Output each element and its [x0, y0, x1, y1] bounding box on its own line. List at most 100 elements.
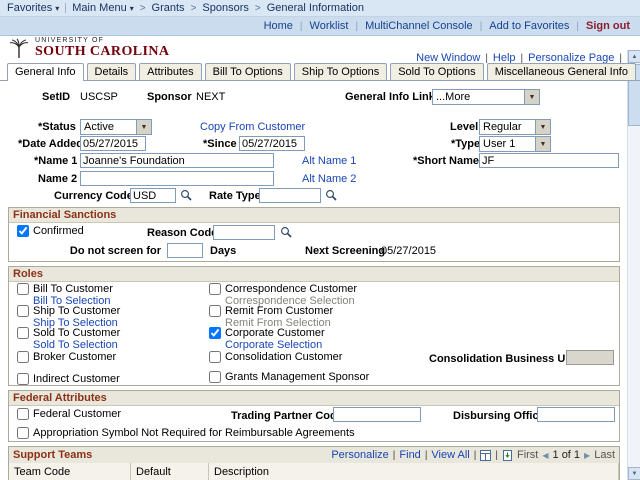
sponsor-label: Sponsor — [147, 91, 192, 103]
alt-name2-link[interactable]: Alt Name 2 — [302, 173, 356, 185]
dropdown-arrow-icon — [535, 120, 550, 134]
ship-to-customer-checkbox[interactable]: Ship To Customer — [17, 305, 120, 317]
home-link[interactable]: Home — [264, 20, 293, 32]
remit-from-customer-label: Remit From Customer — [225, 305, 334, 317]
tab-ship-to-options[interactable]: Ship To Options — [293, 63, 388, 80]
peoplesoft-general-information-page: Favorites Main Menu Grants Sponsors Gene… — [0, 0, 640, 480]
remit-from-customer-checkbox-input[interactable] — [209, 305, 221, 317]
corporate-selection-link[interactable]: Corporate Selection — [225, 339, 322, 351]
bill-to-customer-label: Bill To Customer — [33, 283, 113, 295]
grid-header-row: Team Code Default Description — [9, 463, 619, 480]
scroll-down-icon[interactable] — [628, 467, 640, 480]
ship-to-customer-label: Ship To Customer — [33, 305, 121, 317]
main-menu[interactable]: Main Menu — [72, 2, 133, 14]
sold-to-customer-checkbox-input[interactable] — [17, 327, 29, 339]
sold-to-customer-checkbox[interactable]: Sold To Customer — [17, 327, 120, 339]
general-info-links-select[interactable]: ...More — [432, 89, 540, 105]
tab-sold-to-options[interactable]: Sold To Options — [390, 63, 484, 80]
since-input[interactable] — [239, 136, 305, 151]
scroll-up-icon[interactable] — [628, 50, 640, 63]
main-menu-label: Main Menu — [72, 2, 127, 14]
disbursing-office-input[interactable] — [537, 407, 615, 422]
short-name-input[interactable] — [479, 153, 619, 168]
broker-customer-checkbox-input[interactable] — [17, 351, 29, 363]
first-link[interactable]: First — [517, 449, 538, 461]
date-added-input[interactable] — [80, 136, 146, 151]
federal-customer-label: Federal Customer — [33, 408, 122, 420]
alt-name1-link[interactable]: Alt Name 1 — [302, 155, 356, 167]
consolidation-customer-checkbox-input[interactable] — [209, 351, 221, 363]
trading-partner-code-input[interactable] — [333, 407, 421, 422]
corporate-customer-checkbox[interactable]: Corporate Customer — [209, 327, 325, 339]
sign-out-link[interactable]: Sign out — [586, 20, 630, 32]
breadcrumb-general-information[interactable]: General Information — [267, 2, 364, 14]
previous-row-icon[interactable] — [542, 449, 548, 461]
correspondence-customer-checkbox[interactable]: Correspondence Customer — [209, 283, 357, 295]
confirmed-checkbox[interactable]: Confirmed — [17, 225, 84, 237]
ship-to-customer-checkbox-input[interactable] — [17, 305, 29, 317]
consolidation-customer-checkbox[interactable]: Consolidation Customer — [209, 351, 342, 363]
setid-value: USCSP — [80, 91, 118, 103]
level-select[interactable]: Regular — [479, 119, 551, 135]
breadcrumb-sponsors[interactable]: Sponsors — [202, 2, 248, 14]
multichannel-console-link[interactable]: MultiChannel Console — [365, 20, 473, 32]
tab-bill-to-options[interactable]: Bill To Options — [204, 63, 291, 80]
correspondence-customer-checkbox-input[interactable] — [209, 283, 221, 295]
tab-general-info[interactable]: General Info — [7, 63, 84, 81]
bill-to-customer-checkbox[interactable]: Bill To Customer — [17, 283, 113, 295]
currency-code-input[interactable] — [130, 188, 176, 203]
divider — [393, 449, 396, 461]
breadcrumb-grants[interactable]: Grants — [152, 2, 185, 14]
indirect-customer-checkbox[interactable]: Indirect Customer — [17, 373, 120, 385]
next-row-icon[interactable] — [584, 449, 590, 461]
worklist-link[interactable]: Worklist — [310, 20, 349, 32]
appropriation-symbol-checkbox-input[interactable] — [17, 427, 29, 439]
do-not-screen-days-input[interactable] — [167, 243, 203, 258]
general-info-links-value: ...More — [436, 91, 471, 103]
broker-customer-label: Broker Customer — [33, 351, 117, 363]
currency-code-lookup-icon[interactable] — [180, 189, 193, 202]
level-value: Regular — [483, 121, 522, 133]
rate-type-lookup-icon[interactable] — [325, 189, 338, 202]
personalize-link[interactable]: Personalize — [331, 449, 388, 461]
confirmed-checkbox-input[interactable] — [17, 225, 29, 237]
grants-management-sponsor-checkbox-input[interactable] — [209, 371, 221, 383]
find-link[interactable]: Find — [399, 449, 420, 461]
logo-line2: SOUTH CAROLINA — [35, 44, 170, 59]
broker-customer-checkbox[interactable]: Broker Customer — [17, 351, 116, 363]
status-select[interactable]: Active — [80, 119, 152, 135]
name1-input[interactable] — [80, 153, 274, 168]
vertical-scrollbar[interactable] — [627, 50, 640, 480]
view-all-link[interactable]: View All — [431, 449, 469, 461]
dropdown-arrow-icon — [136, 120, 151, 134]
appropriation-symbol-checkbox[interactable]: Appropriation Symbol Not Required for Re… — [17, 427, 355, 439]
divider — [0, 80, 640, 81]
sold-to-selection-link[interactable]: Sold To Selection — [33, 339, 118, 351]
federal-customer-checkbox[interactable]: Federal Customer — [17, 408, 121, 420]
favorites-menu[interactable]: Favorites — [7, 2, 59, 14]
add-to-favorites-link[interactable]: Add to Favorites — [489, 20, 569, 32]
reason-code-input[interactable] — [213, 225, 275, 240]
federal-customer-checkbox-input[interactable] — [17, 408, 29, 420]
type-select[interactable]: User 1 — [479, 136, 551, 152]
grid-zoom-icon[interactable] — [480, 449, 492, 461]
status-label: *Status — [38, 121, 76, 133]
name2-input[interactable] — [80, 171, 274, 186]
indirect-customer-checkbox-input[interactable] — [17, 373, 29, 385]
setid-label: SetID — [42, 91, 71, 103]
bill-to-customer-checkbox-input[interactable] — [17, 283, 29, 295]
utility-bar: Home Worklist MultiChannel Console Add t… — [0, 17, 640, 36]
reason-code-lookup-icon[interactable] — [280, 226, 293, 239]
trading-partner-code-label: Trading Partner Code — [231, 410, 343, 422]
rate-type-input[interactable] — [259, 188, 321, 203]
download-icon[interactable] — [502, 449, 513, 461]
last-link[interactable]: Last — [594, 449, 615, 461]
copy-from-customer-link[interactable]: Copy From Customer — [200, 121, 305, 133]
remit-from-customer-checkbox[interactable]: Remit From Customer — [209, 305, 333, 317]
corporate-customer-checkbox-input[interactable] — [209, 327, 221, 339]
logo-line1: UNIVERSITY OF — [35, 37, 105, 44]
tab-miscellaneous-general-info[interactable]: Miscellaneous General Info — [486, 63, 636, 80]
grants-management-sponsor-checkbox[interactable]: Grants Management Sponsor — [209, 371, 369, 383]
tab-details[interactable]: Details — [86, 63, 137, 80]
tab-attributes[interactable]: Attributes — [139, 63, 202, 80]
